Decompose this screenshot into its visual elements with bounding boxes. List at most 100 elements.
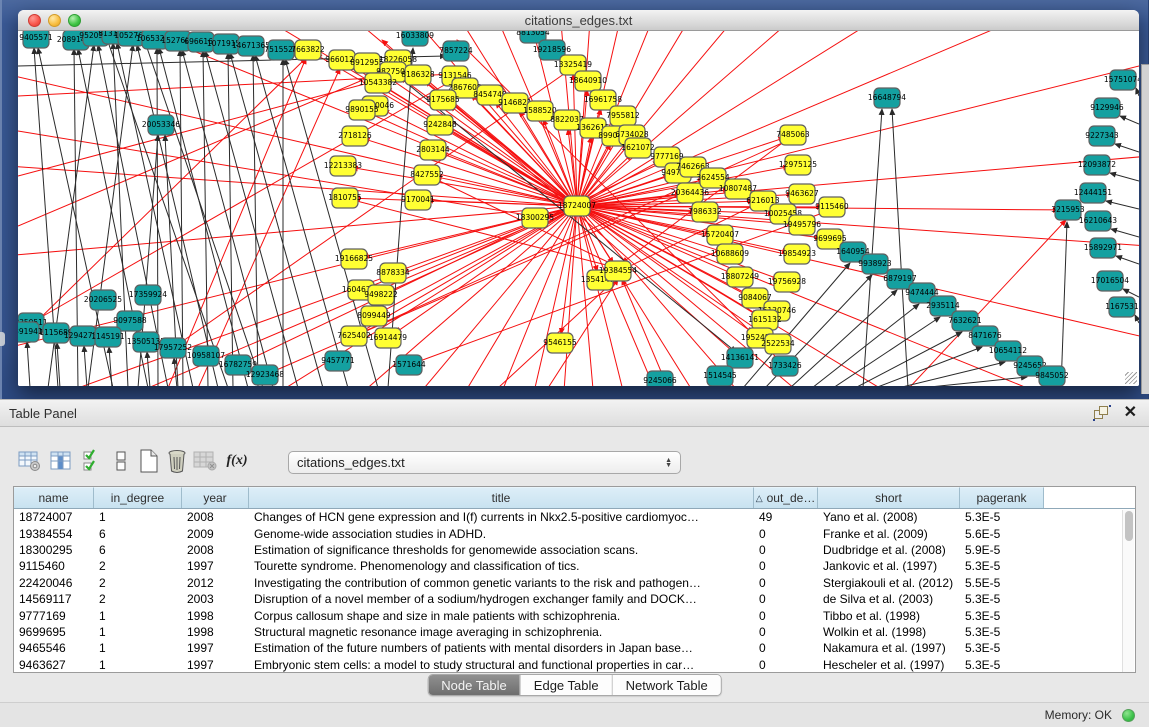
panel-grabber[interactable] <box>0 332 5 346</box>
table-row[interactable]: 969969511998Structural magnetic resonanc… <box>14 624 1135 640</box>
minimize-window-button[interactable] <box>48 14 61 27</box>
table-cell[interactable]: 9699695 <box>14 624 94 640</box>
table-cell[interactable]: 1997 <box>182 558 249 574</box>
table-cell[interactable]: 9777169 <box>14 607 94 623</box>
table-row[interactable]: 911546021997Tourette syndrome. Phenomeno… <box>14 558 1135 574</box>
yellow-node[interactable]: 2522534 <box>761 334 795 354</box>
citation-graph[interactable]: 9405571208914069520376813105410527641065… <box>18 31 1139 386</box>
table-cell[interactable]: 1 <box>94 509 182 525</box>
yellow-node[interactable]: 9115460 <box>815 197 849 217</box>
yellow-node[interactable]: 7625402 <box>337 326 371 346</box>
teal-node[interactable]: 9938923 <box>858 254 892 274</box>
new-table-icon[interactable] <box>136 448 162 474</box>
yellow-node[interactable]: 8099449 <box>357 306 391 326</box>
teal-node[interactable]: 1733426 <box>768 356 802 376</box>
table-row[interactable]: 946554611997Estimation of the future num… <box>14 640 1135 656</box>
table-cell[interactable]: Structural magnetic resonance image aver… <box>249 624 754 640</box>
table-select-dropdown[interactable]: citations_edges.txt ▲▼ <box>288 451 681 474</box>
tab-node-table[interactable]: Node Table <box>428 675 520 695</box>
close-window-button[interactable] <box>28 14 41 27</box>
table-cell[interactable]: 1 <box>94 607 182 623</box>
table-cell[interactable]: 1998 <box>182 607 249 623</box>
yellow-node[interactable]: 1615132 <box>748 310 782 330</box>
table-cell[interactable]: 0 <box>754 640 818 656</box>
yellow-node[interactable]: 19756928 <box>768 272 806 292</box>
table-cell[interactable]: 5.3E-5 <box>960 591 1044 607</box>
table-cell[interactable]: 14569117 <box>14 591 94 607</box>
table-cell[interactable]: 1 <box>94 657 182 673</box>
function-builder-icon[interactable]: f(x) <box>224 448 250 474</box>
yellow-node[interactable]: 19854923 <box>778 244 816 264</box>
yellow-node[interactable]: 9170041 <box>401 190 435 210</box>
yellow-node[interactable]: 1810755 <box>328 188 362 208</box>
teal-node[interactable]: 9405571 <box>19 31 53 48</box>
table-cell[interactable]: 18724007 <box>14 509 94 525</box>
table-cell[interactable]: 9115460 <box>14 558 94 574</box>
table-cell[interactable]: 1997 <box>182 640 249 656</box>
column-header-outde[interactable]: △out_de… <box>754 487 818 508</box>
teal-node[interactable]: 15892971 <box>1084 238 1122 258</box>
yellow-node[interactable]: 9498222 <box>364 285 398 305</box>
table-cell[interactable]: 0 <box>754 542 818 558</box>
table-cell[interactable]: 1997 <box>182 657 249 673</box>
yellow-node[interactable]: 7485063 <box>776 125 810 145</box>
tab-network-table[interactable]: Network Table <box>612 675 721 695</box>
table-scrollbar[interactable] <box>1122 510 1134 672</box>
table-cell[interactable]: 5.3E-5 <box>960 607 1044 623</box>
window-resize-grip[interactable] <box>1125 372 1137 384</box>
teal-node[interactable]: 9129946 <box>1090 98 1124 118</box>
yellow-node[interactable]: 16914479 <box>369 328 407 348</box>
yellow-node[interactable]: 8186328 <box>401 65 435 85</box>
teal-node[interactable]: 1167531 <box>1105 297 1139 317</box>
zoom-window-button[interactable] <box>68 14 81 27</box>
table-cell[interactable]: Franke et al. (2009) <box>818 525 960 541</box>
yellow-node[interactable]: 7986332 <box>688 202 722 222</box>
table-cell[interactable]: Nakamura et al. (1997) <box>818 640 960 656</box>
table-cell[interactable]: 5.6E-5 <box>960 525 1044 541</box>
table-cell[interactable]: Dudbridge et al. (2008) <box>818 542 960 558</box>
teal-node[interactable]: 16648794 <box>868 88 906 108</box>
teal-node[interactable]: 17359924 <box>129 285 167 305</box>
yellow-node[interactable]: 2803144 <box>416 140 450 160</box>
teal-node[interactable]: 20206525 <box>84 290 122 310</box>
table-cell[interactable]: 5.3E-5 <box>960 640 1044 656</box>
table-cell[interactable]: 2008 <box>182 509 249 525</box>
table-cell[interactable]: 2008 <box>182 542 249 558</box>
delete-rows-icon[interactable] <box>164 448 190 474</box>
yellow-node[interactable]: 7955812 <box>606 106 640 126</box>
teal-node[interactable]: 9227343 <box>1085 126 1119 146</box>
yellow-node[interactable]: 8878334 <box>376 263 410 283</box>
table-cell[interactable]: Disruption of a novel member of a sodium… <box>249 591 754 607</box>
table-cell[interactable]: 49 <box>754 509 818 525</box>
network-view[interactable]: 9405571208914069520376813105410527641065… <box>18 31 1139 386</box>
table-cell[interactable]: Tibbo et al. (1998) <box>818 607 960 623</box>
column-header-pagerank[interactable]: pagerank <box>960 487 1044 508</box>
yellow-node[interactable]: 7663822 <box>291 40 325 60</box>
table-cell[interactable]: 2 <box>94 558 182 574</box>
table-cell[interactable]: 2009 <box>182 525 249 541</box>
table-row[interactable]: 946362711997Embryonic stem cells: a mode… <box>14 657 1135 673</box>
teal-node[interactable]: 12444151 <box>1074 183 1112 203</box>
table-cell[interactable]: 5.3E-5 <box>960 657 1044 673</box>
teal-node[interactable]: 17016504 <box>1091 271 1129 291</box>
table-cell[interactable]: 1998 <box>182 624 249 640</box>
teal-node[interactable]: 9457771 <box>321 351 355 371</box>
yellow-node[interactable]: 12975125 <box>779 155 817 175</box>
teal-node[interactable]: 1571644 <box>392 355 426 375</box>
table-cell[interactable]: Changes of HCN gene expression and I(f) … <box>249 509 754 525</box>
table-cell[interactable]: 2 <box>94 575 182 591</box>
table-cell[interactable]: Yano et al. (2008) <box>818 509 960 525</box>
table-cell[interactable]: 9465546 <box>14 640 94 656</box>
column-header-name[interactable]: name <box>14 487 94 508</box>
table-row[interactable]: 1830029562008Estimation of significance … <box>14 542 1135 558</box>
teal-node[interactable]: 1514545 <box>703 366 737 386</box>
table-cell[interactable]: Investigating the contribution of common… <box>249 575 754 591</box>
teal-node[interactable]: 12093872 <box>1078 155 1116 175</box>
yellow-node[interactable]: 8427552 <box>410 165 444 185</box>
table-row[interactable]: 1456911722003Disruption of a novel membe… <box>14 591 1135 607</box>
table-cell[interactable]: 0 <box>754 575 818 591</box>
table-cell[interactable]: 0 <box>754 525 818 541</box>
table-cell[interactable]: Genome-wide association studies in ADHD. <box>249 525 754 541</box>
table-cell[interactable]: 2003 <box>182 591 249 607</box>
table-cell[interactable]: 1 <box>94 624 182 640</box>
